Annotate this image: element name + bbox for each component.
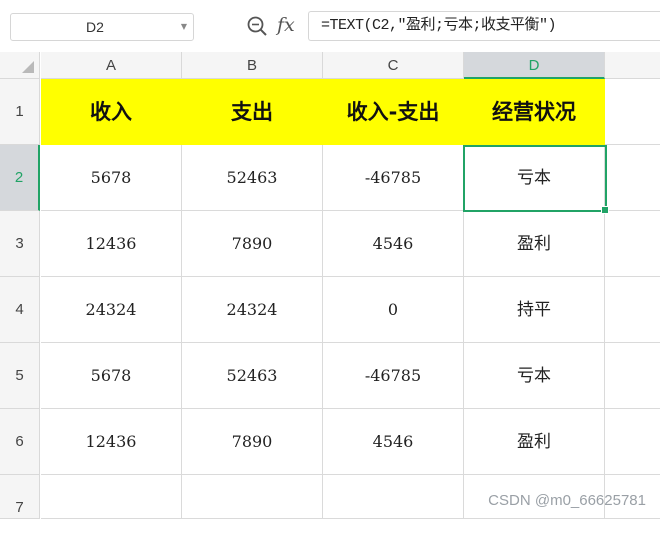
cell-b1[interactable]: 支出 <box>182 79 323 145</box>
column-header-c[interactable]: C <box>323 52 464 79</box>
cell-e4[interactable] <box>605 277 660 343</box>
zoom-search-icon[interactable] <box>246 15 268 37</box>
column-header-a[interactable]: A <box>41 52 182 79</box>
function-fx-icon[interactable]: fx <box>277 12 301 38</box>
cell-c7[interactable] <box>323 475 464 519</box>
cell-e3[interactable] <box>605 211 660 277</box>
cell-a3[interactable]: 12436 <box>41 211 182 277</box>
row-header-4[interactable]: 4 <box>0 277 40 343</box>
row-header-1[interactable]: 1 <box>0 79 40 145</box>
formula-text: =TEXT(C2,"盈利;亏本;收支平衡") <box>321 17 557 34</box>
cell-a5[interactable]: 5678 <box>41 343 182 409</box>
cell-d4[interactable]: 持平 <box>464 277 605 343</box>
cell-b7[interactable] <box>182 475 323 519</box>
formula-input[interactable]: =TEXT(C2,"盈利;亏本;收支平衡") <box>308 11 660 41</box>
cell-a2[interactable]: 5678 <box>41 145 182 211</box>
cell-c3[interactable]: 4546 <box>323 211 464 277</box>
cell-c4[interactable]: 0 <box>323 277 464 343</box>
select-all-corner[interactable] <box>0 52 40 79</box>
cell-b4[interactable]: 24324 <box>182 277 323 343</box>
cell-b2[interactable]: 52463 <box>182 145 323 211</box>
cell-c2[interactable]: -46785 <box>323 145 464 211</box>
name-box-dropdown-icon[interactable]: ▼ <box>178 14 190 40</box>
cell-a6[interactable]: 12436 <box>41 409 182 475</box>
cell-b5[interactable]: 52463 <box>182 343 323 409</box>
cell-a4[interactable]: 24324 <box>41 277 182 343</box>
formula-bar: D2 ▼ fx =TEXT(C2,"盈利;亏本;收支平衡") <box>0 0 660 52</box>
cell-e2[interactable] <box>605 145 660 211</box>
cell-d6[interactable]: 盈利 <box>464 409 605 475</box>
row-header-7[interactable]: 7 <box>0 475 40 519</box>
cell-b3[interactable]: 7890 <box>182 211 323 277</box>
cell-d3[interactable]: 盈利 <box>464 211 605 277</box>
column-header-d[interactable]: D <box>464 52 605 79</box>
cell-c1[interactable]: 收入-支出 <box>323 79 464 145</box>
cell-d2[interactable]: 亏本 <box>464 145 605 211</box>
row-header-3[interactable]: 3 <box>0 211 40 277</box>
column-header-filler <box>605 52 660 79</box>
watermark: CSDN @m0_66625781 <box>488 492 646 509</box>
cell-c5[interactable]: -46785 <box>323 343 464 409</box>
cell-c6[interactable]: 4546 <box>323 409 464 475</box>
row-header-5[interactable]: 5 <box>0 343 40 409</box>
name-box-value: D2 <box>86 19 104 35</box>
select-all-triangle-icon <box>22 61 34 73</box>
cell-a1[interactable]: 收入 <box>41 79 182 145</box>
name-box[interactable]: D2 ▼ <box>10 13 194 41</box>
cell-e5[interactable] <box>605 343 660 409</box>
cell-a7[interactable] <box>41 475 182 519</box>
cell-d1[interactable]: 经营状况 <box>464 79 605 145</box>
cell-e1[interactable] <box>605 79 660 145</box>
cell-b6[interactable]: 7890 <box>182 409 323 475</box>
column-header-b[interactable]: B <box>182 52 323 79</box>
cell-d5[interactable]: 亏本 <box>464 343 605 409</box>
row-header-6[interactable]: 6 <box>0 409 40 475</box>
cell-e6[interactable] <box>605 409 660 475</box>
row-header-2[interactable]: 2 <box>0 145 40 211</box>
